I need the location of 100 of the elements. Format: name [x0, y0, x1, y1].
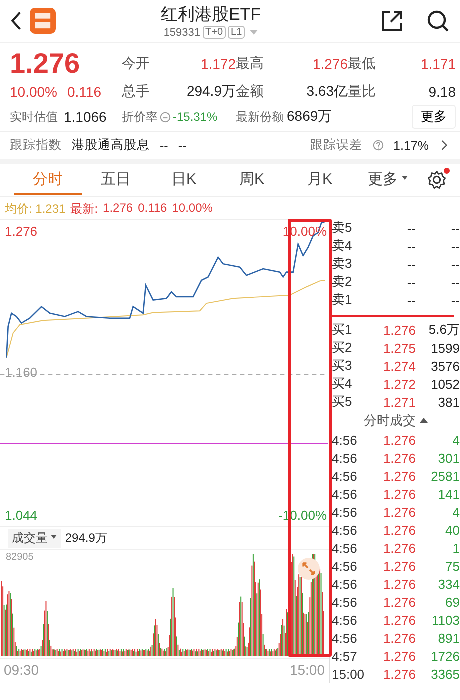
more-dropdown[interactable]: 更多: [354, 166, 422, 194]
chart-tab[interactable]: 月K: [286, 166, 354, 194]
trade-volume: 4: [452, 504, 460, 520]
search-icon[interactable]: [426, 9, 450, 33]
tracking-error-label: 跟踪误差: [310, 137, 363, 154]
stat-label: 实时估值: [10, 108, 58, 126]
chevron-right-icon[interactable]: [439, 140, 450, 151]
trade-price: 1.276: [382, 594, 416, 610]
axis-label: 1.044: [5, 508, 38, 523]
ask-volume: --: [450, 292, 460, 308]
trade-time: 4:56: [332, 468, 358, 484]
bid-level: 买2: [332, 339, 354, 357]
expand-icon[interactable]: [298, 558, 320, 580]
bid-volume: 5.6万: [428, 321, 460, 339]
volume-dropdown[interactable]: 成交量: [8, 528, 62, 548]
axis-label: 1.276: [5, 224, 38, 239]
ask-volume: --: [450, 220, 460, 236]
trade-time: 4:56: [332, 630, 358, 646]
ask-volume: --: [450, 238, 460, 254]
trade-volume: 891: [437, 630, 460, 646]
chart-tab[interactable]: 周K: [218, 166, 286, 194]
bid-volume: 1052: [430, 376, 460, 392]
change-percent: 10.00%: [10, 84, 58, 100]
trade-volume: 334: [437, 576, 460, 592]
trade-price: 1.276: [382, 450, 416, 466]
ask-volume: --: [450, 274, 460, 290]
stat-label: 折价率: [122, 108, 158, 126]
stat-label: 量比: [348, 83, 377, 101]
trade-price: 1.276: [382, 486, 416, 502]
help-icon[interactable]: [372, 140, 384, 151]
trade-time: 4:57: [332, 648, 358, 664]
stat-value: 9.18: [428, 84, 456, 100]
bid-price: 1.276: [382, 322, 416, 338]
back-icon[interactable]: [10, 11, 22, 31]
tracking-value: --: [160, 138, 168, 152]
chart-tab[interactable]: 日K: [150, 166, 218, 194]
trade-price: 1.276: [382, 666, 416, 682]
stat-value: 294.9万: [186, 83, 236, 101]
bid-level: 买4: [332, 375, 354, 393]
trade-price: 1.276: [382, 540, 416, 556]
trade-time: 4:56: [332, 558, 358, 574]
more-button[interactable]: 更多: [412, 105, 456, 129]
trade-time: 4:56: [332, 594, 358, 610]
trade-price: 1.276: [382, 468, 416, 484]
ask-level: 卖4: [332, 237, 354, 255]
last-price: 1.276: [10, 49, 82, 79]
fund-code: 159331: [164, 26, 201, 38]
trade-price: 1.276: [382, 576, 416, 592]
stat-value: 1.171: [420, 56, 456, 72]
trade-volume: 3365: [430, 666, 460, 682]
ask-price: --: [406, 238, 416, 254]
trade-price: 1.276: [382, 612, 416, 628]
stat-label: 最新份额: [236, 108, 284, 126]
stat-label: 最低: [348, 55, 377, 73]
latest-label: 最新:: [70, 201, 98, 215]
ask-price: --: [406, 292, 416, 308]
trade-price: 1.276: [382, 504, 416, 520]
trade-volume: 141: [437, 486, 460, 502]
time-label: 09:30: [4, 662, 40, 678]
stat-label: 最高: [236, 55, 265, 73]
latest-change: 0.116: [138, 201, 168, 215]
ask-level: 卖3: [332, 255, 354, 273]
chart-tab[interactable]: 五日: [82, 166, 150, 194]
stat-value: -15.31%: [173, 110, 218, 124]
tracking-label: 跟踪指数: [10, 137, 62, 154]
trade-volume: 75: [444, 558, 460, 574]
tracking-index: 港股通高股息: [72, 137, 150, 154]
trade-time: 4:56: [332, 522, 358, 538]
trade-price: 1.276: [382, 630, 416, 646]
axis-label: 82905: [6, 552, 34, 563]
bid-level: 买5: [332, 393, 354, 411]
ask-volume: --: [450, 256, 460, 272]
trade-time: 4:56: [332, 540, 358, 556]
app-logo-icon: [30, 8, 56, 34]
settings-icon[interactable]: [427, 170, 447, 190]
volume-total: 294.9万: [65, 530, 108, 546]
bid-level: 买1: [332, 321, 354, 339]
trade-price: 1.276: [382, 522, 416, 538]
bid-price: 1.272: [382, 376, 416, 392]
stat-label: 今开: [122, 55, 151, 73]
ask-price: --: [406, 274, 416, 290]
trade-volume: 40: [444, 522, 460, 538]
trade-badge: L1: [228, 26, 246, 39]
bid-price: 1.271: [382, 394, 416, 410]
ask-level: 卖2: [332, 273, 354, 291]
trade-volume: 1103: [431, 612, 460, 628]
share-icon[interactable]: [380, 9, 404, 33]
ask-level: 卖5: [332, 219, 354, 237]
bid-volume: 381: [437, 394, 460, 410]
stat-value: 1.1066: [64, 109, 107, 125]
trade-time: 4:56: [332, 486, 358, 502]
trade-volume: 1726: [430, 648, 460, 664]
stat-label: 金额: [236, 83, 265, 101]
trades-header[interactable]: 分时成交: [332, 411, 460, 431]
stat-label: 总手: [122, 83, 151, 101]
trade-time: 4:56: [332, 504, 358, 520]
trade-time: 4:56: [332, 432, 358, 448]
info-icon[interactable]: [160, 112, 171, 122]
stat-value: 3.63亿: [306, 83, 348, 101]
trade-volume: 2581: [430, 468, 460, 484]
